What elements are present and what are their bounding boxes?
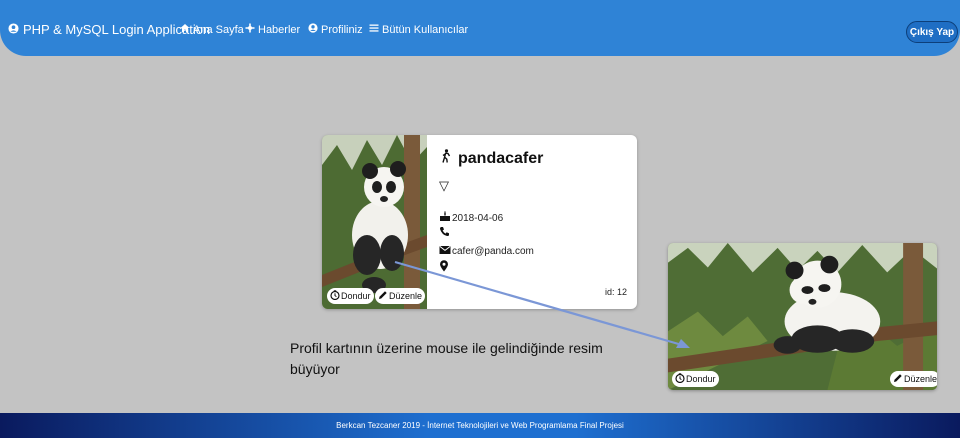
footer-text: Berkcan Tezcaner 2019 - İnternet Teknolo… xyxy=(336,421,624,430)
footer: Berkcan Tezcaner 2019 - İnternet Teknolo… xyxy=(0,413,960,438)
annotation-text: Profil kartının üzerine mouse ile gelind… xyxy=(290,340,603,377)
